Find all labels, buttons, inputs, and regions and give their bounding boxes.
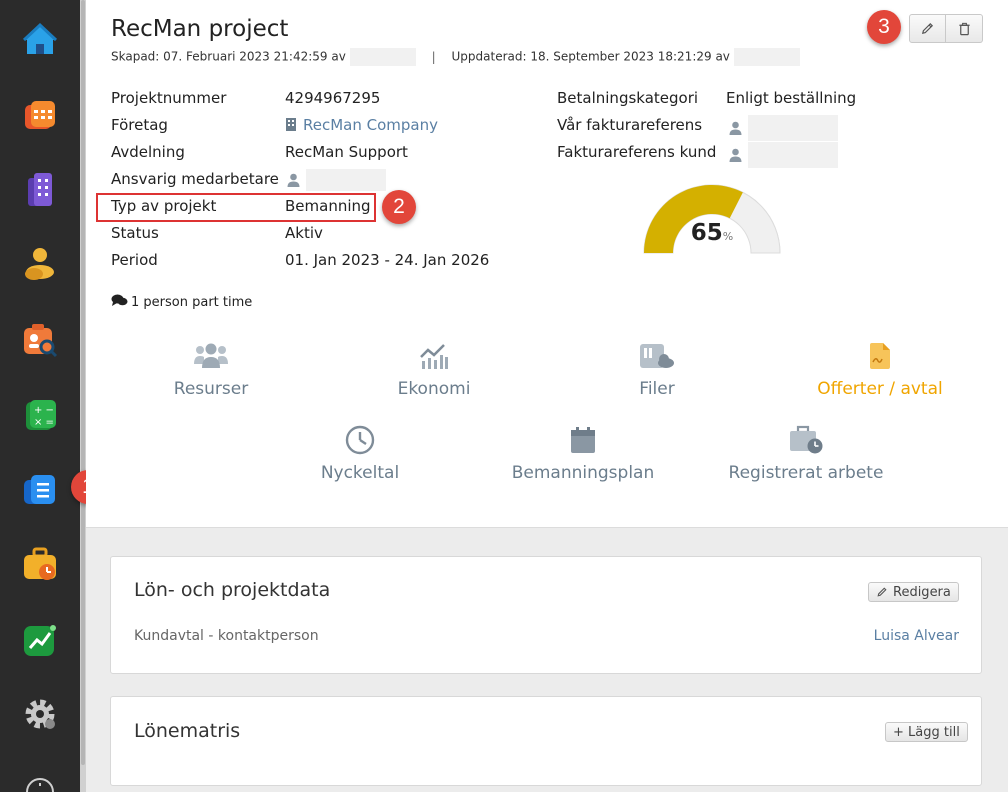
edit-button[interactable] <box>909 14 946 43</box>
tile-label: Ekonomi <box>397 379 471 399</box>
briefcase-clock-icon[interactable] <box>20 545 60 585</box>
tile-label: Offerter / avtal <box>817 379 943 399</box>
detail-label: Företag <box>111 116 168 134</box>
calculator-icon[interactable]: + − × = <box>20 396 60 436</box>
tile-files[interactable]: Filer <box>557 340 757 399</box>
detail-label: Betalningskategori <box>557 89 699 107</box>
created-by-redacted <box>349 48 416 66</box>
add-matrix-button[interactable]: + Lägg till <box>885 722 968 742</box>
main-content: RecMan project Skapad: 07. Februari 2023… <box>86 0 1008 792</box>
step-badge-3: 3 <box>867 10 901 44</box>
tile-key-figures[interactable]: Nyckeltal <box>260 424 460 483</box>
customer-invoice-ref <box>729 142 838 168</box>
contact-person-link[interactable]: Luisa Alvear <box>874 628 959 644</box>
company-name: RecMan Company <box>303 116 438 134</box>
building-small-icon <box>286 118 296 131</box>
tile-economy[interactable]: Ekonomi <box>334 340 534 399</box>
department: RecMan Support <box>285 143 408 161</box>
building-icon[interactable] <box>20 170 60 210</box>
updated-text: Uppdaterad: 18. September 2023 18:21:29 … <box>451 49 730 64</box>
cloud-files-icon <box>640 344 674 368</box>
coins-person-icon[interactable] <box>20 244 60 284</box>
contract-icon <box>870 343 890 369</box>
meta-info: Skapad: 07. Februari 2023 21:42:59 av | … <box>111 48 800 66</box>
gauge-value: 65% <box>639 220 785 246</box>
sidebar-scroll-thumb[interactable] <box>81 0 85 765</box>
highlight-project-type <box>96 193 376 222</box>
tile-label: Registrerat arbete <box>728 463 884 483</box>
card-title: Lönematris <box>134 720 241 742</box>
pencil-icon <box>877 587 887 597</box>
projects-icon[interactable] <box>20 470 60 510</box>
briefcase-time-icon <box>790 425 823 454</box>
salary-project-card: Lön- och projektdata Redigera Kundavtal … <box>110 556 982 674</box>
detail-label: Fakturareferens kund <box>557 143 717 161</box>
svg-text:× =: × = <box>34 417 54 428</box>
candidate-search-icon[interactable] <box>20 320 60 360</box>
users-icon <box>194 343 228 368</box>
card-title: Lön- och projektdata <box>134 579 331 601</box>
home-icon[interactable] <box>20 20 60 60</box>
svg-text:+ −: + − <box>34 405 54 416</box>
clock-icon <box>345 425 375 455</box>
updated-by-redacted <box>733 48 800 66</box>
chart-icon[interactable] <box>20 620 60 660</box>
edit-salary-button[interactable]: Redigera <box>868 582 959 602</box>
info-icon[interactable] <box>20 772 60 792</box>
part-time-info: 1 person part time <box>111 294 252 310</box>
delete-button[interactable] <box>946 14 983 43</box>
detail-label: Ansvarig medarbetare <box>111 170 279 188</box>
person-icon <box>729 121 742 135</box>
tile-label: Bemanningsplan <box>511 463 655 483</box>
gauge-unit: % <box>722 230 734 243</box>
contact-label: Kundavtal - kontaktperson <box>134 628 319 644</box>
person-icon <box>287 173 300 187</box>
tile-staffing-plan[interactable]: Bemanningsplan <box>483 424 683 483</box>
sidebar: + − × = <box>0 0 86 792</box>
pencil-icon <box>921 22 934 35</box>
calendar-icon[interactable] <box>20 96 60 136</box>
project-number: 4294967295 <box>285 89 381 107</box>
created-text: Skapad: 07. Februari 2023 21:42:59 av <box>111 49 346 64</box>
our-invoice-ref <box>729 115 838 141</box>
toolbar <box>909 14 983 43</box>
tile-registered-work[interactable]: Registrerat arbete <box>706 424 906 483</box>
calendar-small-icon <box>571 427 595 453</box>
edit-salary-label: Redigera <box>893 584 951 600</box>
tile-label: Nyckeltal <box>320 463 400 483</box>
payment-category: Enligt beställning <box>726 89 857 107</box>
chart-line-icon <box>420 344 448 369</box>
tile-resources[interactable]: Resurser <box>111 340 311 399</box>
comments-icon <box>111 294 128 306</box>
progress-gauge: 65% <box>639 180 785 258</box>
step-badge-2: 2 <box>382 190 416 224</box>
status-value: Aktiv <box>285 224 323 242</box>
tile-offers-contracts[interactable]: Offerter / avtal <box>780 340 980 399</box>
our-ref-redacted <box>748 115 838 141</box>
detail-label: Vår fakturareferens <box>557 116 703 134</box>
detail-label: Period <box>111 251 158 269</box>
person-icon <box>729 148 742 162</box>
detail-label: Projektnummer <box>111 89 227 107</box>
customer-ref-redacted <box>748 142 838 168</box>
project-summary-card: RecMan project Skapad: 07. Februari 2023… <box>86 0 1008 528</box>
detail-label: Status <box>111 224 159 242</box>
responsible-employee <box>287 169 386 191</box>
meta-separator: | <box>431 49 436 64</box>
period-value: 01. Jan 2023 - 24. Jan 2026 <box>285 251 490 269</box>
detail-label: Avdelning <box>111 143 185 161</box>
salary-matrix-card: Lönematris + Lägg till <box>110 696 982 786</box>
settings-gear-icon[interactable] <box>20 694 60 734</box>
tile-label: Resurser <box>173 379 249 399</box>
tile-label: Filer <box>639 379 675 399</box>
page-title: RecMan project <box>111 16 289 42</box>
employee-redacted <box>306 169 386 191</box>
part-time-text: 1 person part time <box>131 295 253 310</box>
company-link[interactable]: RecMan Company <box>285 115 438 135</box>
gauge-number: 65 <box>690 220 723 246</box>
trash-icon <box>958 22 970 35</box>
